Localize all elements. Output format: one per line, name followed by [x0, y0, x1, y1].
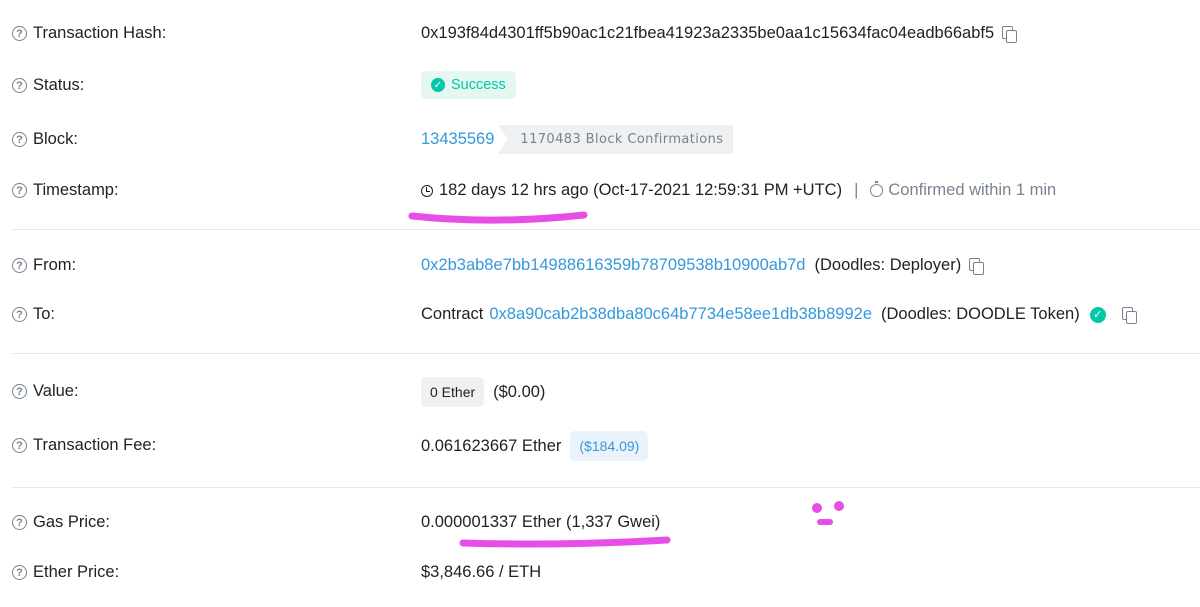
label-block: ? Block: — [12, 130, 78, 149]
value-amount-badge: 0 Ether — [421, 377, 485, 407]
question-icon[interactable]: ? — [12, 565, 27, 580]
question-icon[interactable]: ? — [12, 183, 27, 198]
value-to: Contract 0x8a90cab2b38dba80c64b7734e58ee… — [421, 305, 1137, 324]
label-timestamp: ? Timestamp: — [12, 181, 119, 200]
status-badge: ✓ Success — [421, 71, 516, 99]
label-text: Status: — [33, 76, 85, 94]
timestamp-text: 182 days 12 hrs ago (Oct-17-2021 12:59:3… — [439, 181, 843, 199]
value-usd: ($0.00) — [493, 382, 546, 401]
label-text: Transaction Hash: — [33, 24, 167, 42]
value-block: 13435569 1170483 Block Confirmations — [421, 125, 734, 154]
check-circle-icon: ✓ — [431, 78, 445, 92]
label-status: ? Status: — [12, 76, 84, 95]
underline-gas-price — [459, 536, 671, 548]
ether-price-text: $3,846.66 / ETH — [421, 563, 542, 581]
copy-icon[interactable] — [1121, 306, 1137, 324]
from-address-link[interactable]: 0x2b3ab8e7bb14988616359b78709538b10900ab… — [421, 256, 806, 275]
label-text: Ether Price: — [33, 563, 120, 581]
question-icon[interactable]: ? — [12, 132, 27, 147]
label-from: ? From: — [12, 256, 76, 275]
transaction-hash: 0x193f84d4301ff5b90ac1c21fbea41923a2335b… — [421, 24, 995, 42]
value-value: 0 Ether ($0.00) — [421, 377, 545, 407]
block-confirmations-badge: 1170483 Block Confirmations — [498, 125, 734, 154]
smiley-eye-right — [834, 501, 844, 511]
underline-timestamp — [408, 211, 588, 224]
label-text: Transaction Fee: — [33, 436, 157, 454]
divider — [12, 487, 1200, 488]
separator: | — [854, 181, 859, 199]
label-text: Block: — [33, 130, 78, 148]
question-icon[interactable]: ? — [12, 307, 27, 322]
question-icon[interactable]: ? — [12, 26, 27, 41]
from-name-tag: (Doodles: Deployer) — [814, 256, 962, 274]
value-transaction-fee: 0.061623667 Ether ($184.09) — [421, 431, 649, 461]
fee-amount: 0.061623667 Ether — [421, 436, 562, 455]
value-status: ✓ Success — [421, 71, 516, 99]
to-address-link[interactable]: 0x8a90cab2b38dba80c64b7734e58ee1db38b899… — [489, 305, 872, 324]
clock-icon — [421, 184, 433, 197]
label-text: Value: — [33, 382, 79, 400]
to-name-tag: (Doodles: DOODLE Token) — [881, 305, 1080, 323]
divider — [12, 353, 1200, 354]
stopwatch-icon — [870, 181, 884, 197]
label-to: ? To: — [12, 305, 55, 324]
value-gas-price: 0.000001337 Ether (1,337 Gwei) — [421, 513, 660, 532]
label-text: Gas Price: — [33, 513, 111, 531]
label-transaction-fee: ? Transaction Fee: — [12, 436, 156, 455]
copy-icon[interactable] — [1002, 25, 1018, 43]
divider — [12, 229, 1200, 230]
question-icon[interactable]: ? — [12, 515, 27, 530]
copy-icon[interactable] — [969, 257, 985, 275]
fee-usd-badge[interactable]: ($184.09) — [570, 431, 649, 461]
label-text: Timestamp: — [33, 181, 119, 199]
verified-check-icon: ✓ — [1089, 306, 1106, 323]
label-transaction-hash: ? Transaction Hash: — [12, 24, 166, 43]
question-icon[interactable]: ? — [12, 438, 27, 453]
label-value: ? Value: — [12, 382, 79, 401]
gas-price-text: 0.000001337 Ether (1,337 Gwei) — [421, 513, 661, 531]
label-gas-price: ? Gas Price: — [12, 513, 110, 532]
status-text: Success — [451, 77, 506, 93]
value-from: 0x2b3ab8e7bb14988616359b78709538b10900ab… — [421, 256, 985, 275]
label-text: From: — [33, 256, 77, 274]
label-ether-price: ? Ether Price: — [12, 563, 119, 582]
label-text: To: — [33, 305, 56, 323]
confirmed-within: Confirmed within 1 min — [888, 181, 1057, 199]
block-number-link[interactable]: 13435569 — [421, 130, 494, 149]
contract-prefix: Contract — [421, 305, 484, 323]
question-icon[interactable]: ? — [12, 384, 27, 399]
value-transaction-hash: 0x193f84d4301ff5b90ac1c21fbea41923a2335b… — [421, 24, 1018, 43]
value-ether-price: $3,846.66 / ETH — [421, 563, 541, 582]
smiley-eye-left — [812, 503, 822, 513]
value-timestamp: 182 days 12 hrs ago (Oct-17-2021 12:59:3… — [421, 181, 1056, 200]
question-icon[interactable]: ? — [12, 258, 27, 273]
question-icon[interactable]: ? — [12, 78, 27, 93]
